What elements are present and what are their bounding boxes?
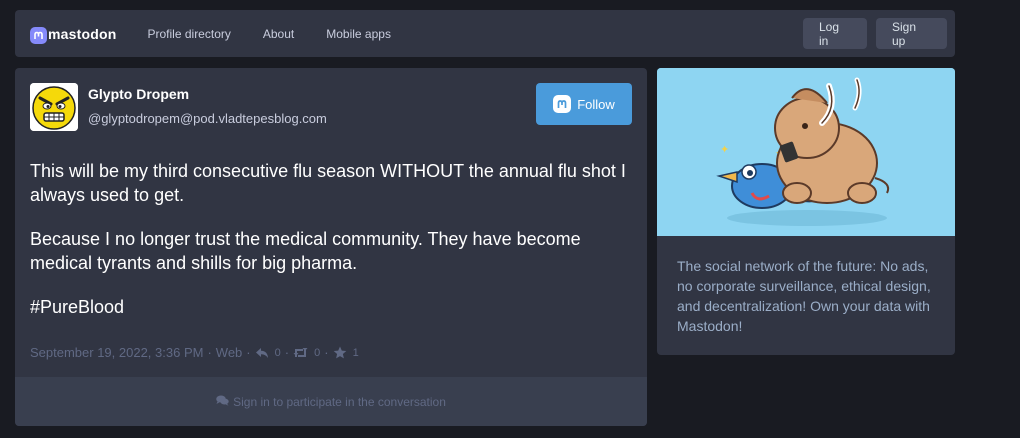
login-button[interactable]: Log in (803, 18, 867, 49)
sidebar-hero: ✦ ✦ The social network of the future: No… (657, 68, 955, 355)
hashtag-link[interactable]: #PureBlood (30, 295, 630, 319)
mastodon-riding-bird-image: ✦ ✦ (657, 68, 955, 236)
retweet-icon[interactable] (293, 347, 308, 359)
separator: · (324, 345, 329, 360)
status-card: Glypto Dropem @glyptodropem@pod.vladtepe… (15, 68, 647, 426)
separator: · (207, 345, 212, 360)
status-paragraph: This will be my third consecutive flu se… (30, 161, 626, 205)
nav-mobile-apps[interactable]: Mobile apps (326, 27, 391, 41)
top-navigation: mastodon Profile directory About Mobile … (15, 10, 955, 57)
status-meta: September 19, 2022, 3:36 PM · Web · 0 · … (30, 345, 359, 360)
mastodon-hero-illustration: ✦ ✦ (657, 68, 955, 236)
participate-bar[interactable]: Sign in to participate in the conversati… (15, 377, 647, 426)
reply-icon[interactable] (255, 347, 269, 359)
angry-face-icon (30, 83, 78, 131)
hero-tagline: The social network of the future: No ads… (677, 258, 931, 334)
status-paragraph: Because I no longer trust the medical co… (30, 229, 581, 273)
status-timestamp[interactable]: September 19, 2022, 3:36 PM (30, 345, 203, 360)
reblog-count: 0 (314, 346, 321, 359)
mastodon-logo-icon (30, 26, 47, 44)
nav-profile-directory[interactable]: Profile directory (148, 27, 231, 41)
nav-about[interactable]: About (263, 27, 294, 41)
separator: · (284, 345, 290, 360)
signup-button[interactable]: Sign up (876, 18, 947, 49)
favourite-count: 1 (352, 346, 359, 359)
follow-label: Follow (577, 96, 615, 112)
status-content: This will be my third consecutive flu se… (30, 159, 630, 339)
mastodon-icon (553, 95, 572, 113)
follow-button[interactable]: Follow (536, 83, 632, 125)
star-icon[interactable] (333, 346, 347, 359)
mastodon-logo[interactable]: mastodon (30, 10, 117, 57)
display-name[interactable]: Glypto Dropem (88, 86, 189, 102)
logo-text: mastodon (48, 25, 117, 42)
avatar[interactable] (30, 83, 78, 131)
separator: · (246, 345, 251, 360)
status-application: Web (215, 345, 243, 360)
username[interactable]: @glyptodropem@pod.vladtepesblog.com (88, 111, 327, 126)
participate-text: Sign in to participate in the conversati… (233, 394, 446, 409)
reply-count: 0 (274, 346, 281, 359)
comments-icon (216, 395, 233, 409)
star-decoration: ✦ (720, 144, 729, 156)
